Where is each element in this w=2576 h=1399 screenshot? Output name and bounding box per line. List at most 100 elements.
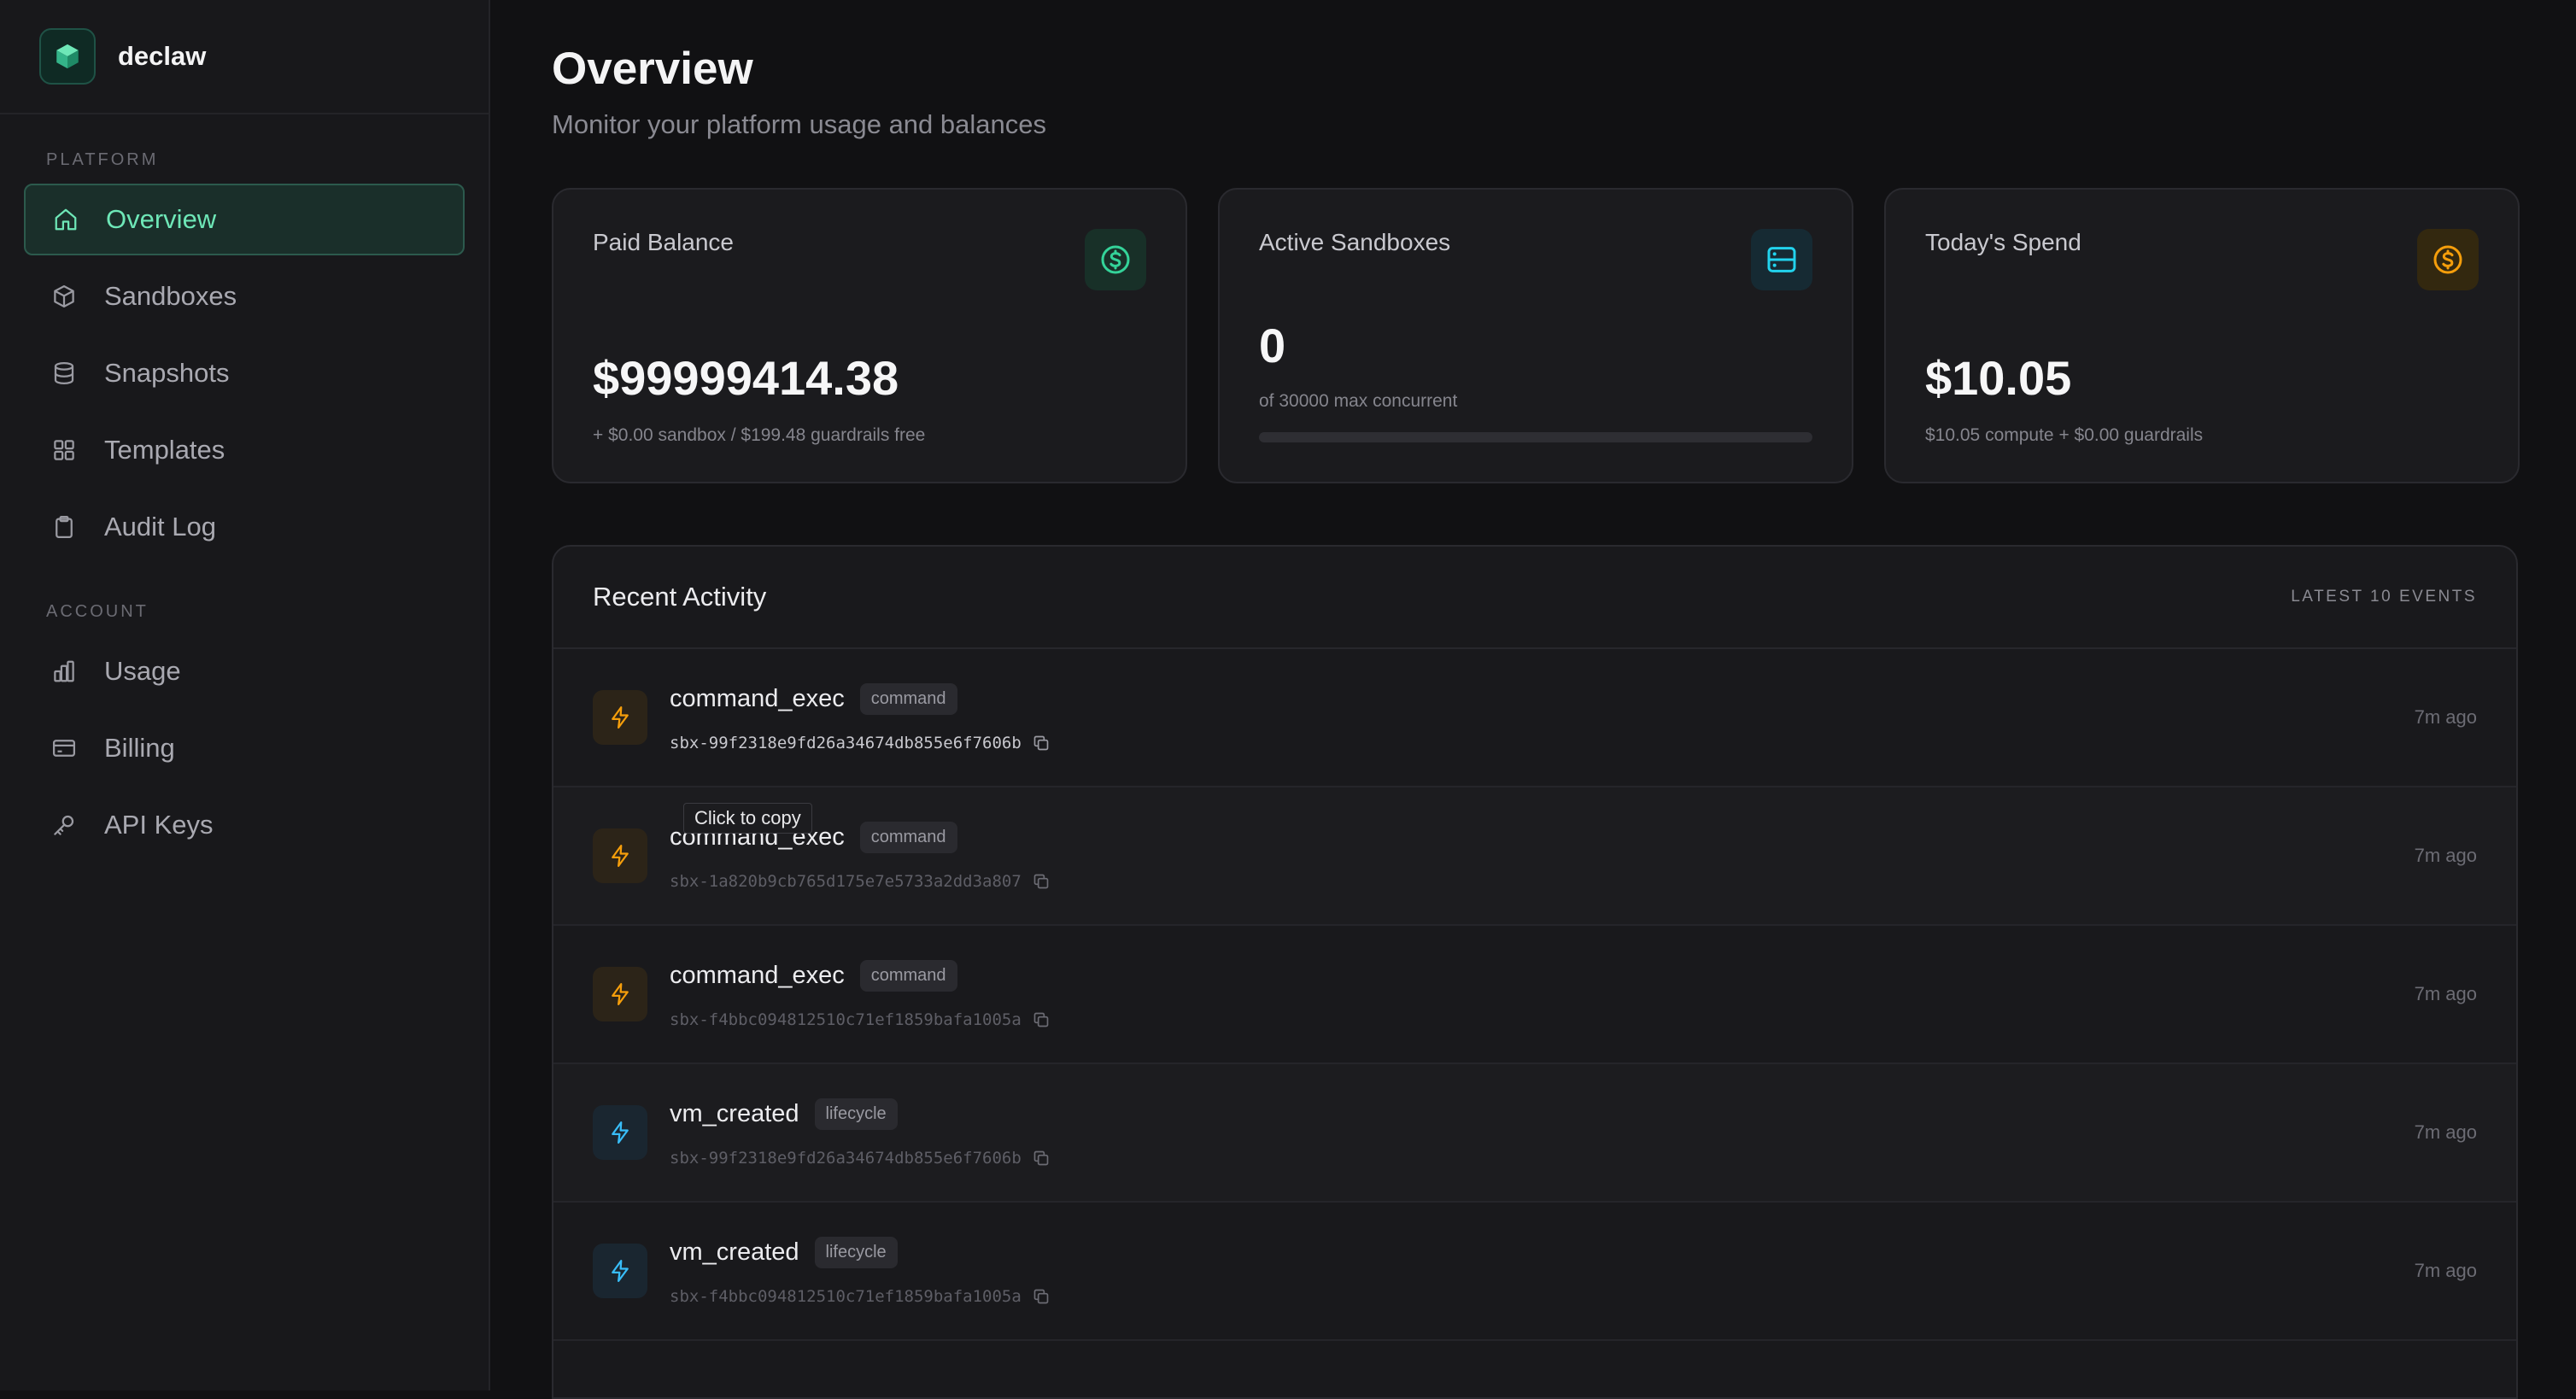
sandbox-id-line[interactable]: sbx-f4bbc094812510c71ef1859bafa1005a [670, 1287, 1051, 1306]
activity-row-body: command_exec command sbx-99f2318e9fd26a3… [670, 682, 1051, 752]
activity-row-top: vm_created lifecycle [670, 1098, 1051, 1130]
brand: declaw [0, 0, 489, 114]
activity-row-top: command_exec command [670, 959, 1051, 992]
database-icon [50, 359, 79, 388]
paid-balance-card: Paid Balance $99999414.38 + $0.00 sandbo… [552, 188, 1187, 483]
sandbox-id-line[interactable]: sbx-1a820b9cb765d175e7e5733a2dd3a807 [670, 872, 1051, 891]
card-title: Today's Spend [1925, 229, 2081, 255]
copy-icon[interactable] [1032, 1010, 1051, 1029]
key-icon [50, 811, 79, 840]
sandbox-id[interactable]: sbx-99f2318e9fd26a34674db855e6f7606b [670, 1149, 1022, 1168]
activity-row-body: vm_created lifecycle sbx-99f2318e9fd26a3… [670, 1098, 1051, 1168]
paid-balance-value: $99999414.38 [593, 351, 899, 405]
lightning-icon [593, 1105, 647, 1160]
activity-meta: LATEST 10 EVENTS [2291, 588, 2477, 606]
card-title: Active Sandboxes [1259, 229, 1451, 255]
sidebar-item-sandboxes[interactable]: Sandboxes [24, 260, 465, 332]
lightning-icon [593, 967, 647, 1021]
todays-spend-card: Today's Spend $10.05 $10.05 compute + $0… [1884, 188, 2520, 483]
sidebar-item-label: Usage [104, 656, 181, 686]
sidebar-item-label: Billing [104, 733, 175, 763]
event-name: vm_created [670, 1099, 799, 1127]
event-time: 7m ago [2414, 1121, 2477, 1143]
activity-header: Recent Activity LATEST 10 EVENTS [553, 547, 2516, 649]
sidebar-item-label: Audit Log [104, 512, 216, 541]
activity-row-top: command_exec command [670, 682, 1051, 715]
main-content: Overview Monitor your platform usage and… [490, 0, 2576, 1399]
sidebar-item-label: Overview [106, 204, 217, 234]
dollar-circle-icon [2417, 229, 2479, 290]
home-icon [51, 205, 80, 234]
sidebar-item-label: Templates [104, 435, 225, 465]
activity-row-body: command_exec command sbx-f4bbc094812510c… [670, 959, 1051, 1029]
sidebar-item-label: Sandboxes [104, 281, 237, 311]
active-sandboxes-detail: of 30000 max concurrent [1259, 391, 1458, 411]
todays-spend-detail: $10.05 compute + $0.00 guardrails [1925, 425, 2204, 445]
event-name: command_exec [670, 684, 845, 712]
sidebar-item-usage[interactable]: Usage [24, 635, 465, 707]
dollar-circle-icon [1085, 229, 1146, 290]
activity-row[interactable]: command_exec command sbx-1a820b9cb765d17… [553, 787, 2516, 926]
logo-icon[interactable] [39, 28, 96, 85]
sidebar-item-label: API Keys [104, 810, 214, 840]
event-tag: command [859, 682, 957, 715]
event-tag: command [859, 959, 957, 992]
event-tag: command [859, 821, 957, 853]
activity-row-top: vm_created lifecycle [670, 1236, 1051, 1268]
sandbox-id-line[interactable]: sbx-99f2318e9fd26a34674db855e6f7606b [670, 1149, 1051, 1168]
active-sandboxes-value: 0 [1259, 319, 1286, 372]
activity-row[interactable]: command_exec command sbx-99f2318e9fd26a3… [553, 649, 2516, 787]
event-name: vm_created [670, 1238, 799, 1266]
stat-cards: Paid Balance $99999414.38 + $0.00 sandbo… [552, 188, 2521, 483]
sandbox-id-line[interactable]: sbx-99f2318e9fd26a34674db855e6f7606b [670, 734, 1051, 752]
sandbox-id[interactable]: sbx-f4bbc094812510c71ef1859bafa1005a [670, 1287, 1022, 1306]
sandbox-usage-progress [1259, 432, 1812, 442]
activity-row[interactable]: command_exec command sbx-f4bbc094812510c… [553, 926, 2516, 1064]
activity-row[interactable]: vm_created lifecycle sbx-99f2318e9fd26a3… [553, 1064, 2516, 1203]
activity-list: command_exec command sbx-99f2318e9fd26a3… [553, 649, 2516, 1341]
sidebar-item-api-keys[interactable]: API Keys [24, 789, 465, 861]
paid-balance-detail: + $0.00 sandbox / $199.48 guardrails fre… [593, 425, 926, 445]
server-icon [1751, 229, 1812, 290]
card-title: Paid Balance [593, 229, 735, 255]
nav-section-title-platform: PLATFORM [46, 150, 159, 169]
brand-name: declaw [118, 41, 207, 71]
sandbox-id[interactable]: sbx-f4bbc094812510c71ef1859bafa1005a [670, 1010, 1022, 1029]
sidebar-item-overview[interactable]: Overview [24, 184, 465, 255]
sandbox-id-line[interactable]: sbx-f4bbc094812510c71ef1859bafa1005a [670, 1010, 1051, 1029]
sidebar-item-snapshots[interactable]: Snapshots [24, 337, 465, 409]
event-time: 7m ago [2414, 983, 2477, 1004]
active-sandboxes-card: Active Sandboxes 0 of 30000 max concurre… [1218, 188, 1853, 483]
sandbox-id[interactable]: sbx-1a820b9cb765d175e7e5733a2dd3a807 [670, 872, 1022, 891]
lightning-icon [593, 1244, 647, 1298]
event-time: 7m ago [2414, 1260, 2477, 1281]
copy-icon[interactable] [1032, 1287, 1051, 1306]
event-name: command_exec [670, 961, 845, 989]
nav-section-title-account: ACCOUNT [46, 602, 149, 621]
grid-icon [50, 436, 79, 465]
sandbox-id[interactable]: sbx-99f2318e9fd26a34674db855e6f7606b [670, 734, 1022, 752]
sidebar-item-audit-log[interactable]: Audit Log [24, 491, 465, 563]
recent-activity-panel: Recent Activity LATEST 10 EVENTS command… [552, 545, 2518, 1399]
copy-tooltip: Click to copy [683, 803, 812, 834]
bar-chart-icon [50, 657, 79, 686]
clipboard-icon [50, 512, 79, 541]
copy-icon[interactable] [1032, 734, 1051, 752]
sidebar: declaw PLATFORM Overview Sandboxes Snaps… [0, 0, 490, 1390]
lightning-icon [593, 690, 647, 745]
copy-icon[interactable] [1032, 872, 1051, 891]
event-tag: lifecycle [814, 1098, 898, 1130]
event-time: 7m ago [2414, 706, 2477, 728]
activity-row[interactable]: vm_created lifecycle sbx-f4bbc094812510c… [553, 1203, 2516, 1341]
event-tag: lifecycle [814, 1236, 898, 1268]
page-subtitle: Monitor your platform usage and balances [552, 109, 1046, 139]
sidebar-item-templates[interactable]: Templates [24, 414, 465, 486]
lightning-icon [593, 828, 647, 883]
event-time: 7m ago [2414, 845, 2477, 866]
activity-title: Recent Activity [593, 582, 767, 612]
copy-icon[interactable] [1032, 1149, 1051, 1168]
sidebar-item-billing[interactable]: Billing [24, 712, 465, 784]
sidebar-item-label: Snapshots [104, 358, 230, 388]
page-title: Overview [552, 44, 753, 94]
activity-row-body: vm_created lifecycle sbx-f4bbc094812510c… [670, 1236, 1051, 1306]
